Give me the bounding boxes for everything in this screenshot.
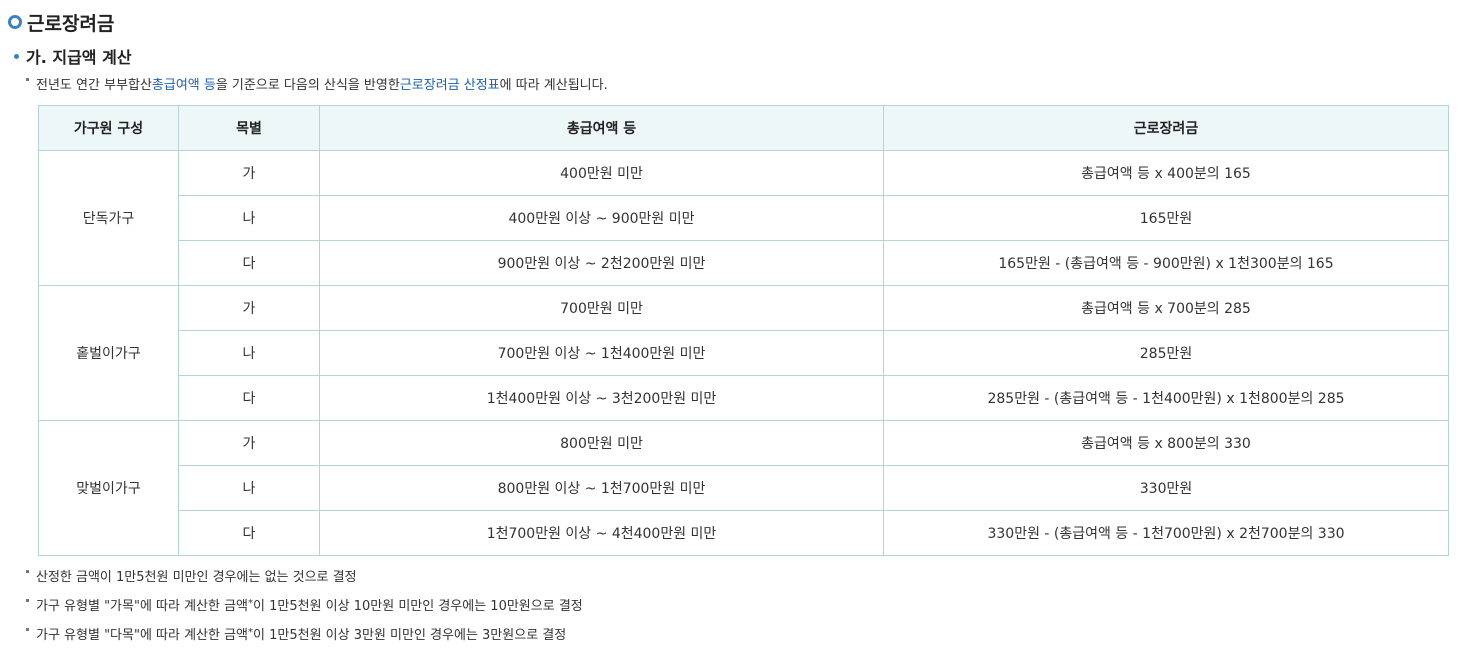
intro-post: 에 따라 계산됩니다.	[499, 77, 608, 93]
row-type: 나	[178, 195, 320, 241]
total-income-link[interactable]: 총급여액 등	[152, 74, 216, 93]
calc-table-link[interactable]: 근로장려금 산정표	[400, 74, 500, 93]
table-row: 단독가구 가 400만원 미만 총급여액 등 x 400분의 165	[38, 150, 1449, 286]
household-dual-earner: 맞벌이가구	[38, 420, 179, 556]
row-amount: 285만원	[883, 330, 1449, 376]
footnote-3-post: 이 1만5천원 이상 3만원 미만인 경우에는 3만원으로 결정	[253, 627, 567, 643]
row-income: 1천400만원 이상 ~ 3천200만원 미만	[319, 375, 884, 421]
table-row: 다 1천400만원 이상 ~ 3천200만원 미만 285만원 - (총급여액 …	[39, 375, 1449, 421]
header-amount: 근로장려금	[883, 105, 1449, 151]
row-income: 400만원 이상 ~ 900만원 미만	[319, 195, 884, 241]
household-single: 단독가구	[38, 150, 179, 286]
header-household: 가구원 구성	[38, 105, 179, 151]
row-type: 가	[178, 420, 320, 466]
row-amount: 총급여액 등 x 400분의 165	[883, 150, 1449, 196]
intro-text: 전년도 연간 부부합산 총급여액 등 을 기준으로 다음의 산식을 반영한 근로…	[26, 73, 608, 93]
section-title: 근로장려금	[8, 8, 114, 36]
footnote-1-text: 산정한 금액이 1만5천원 미만인 경우에는 없는 것으로 결정	[36, 569, 357, 585]
square-bullet-icon	[26, 570, 29, 573]
intro-pre: 전년도 연간 부부합산	[36, 77, 152, 93]
table-row: 홑벌이가구 가 700만원 미만 총급여액 등 x 700분의 285	[38, 285, 1449, 421]
row-type: 가	[178, 150, 320, 196]
square-bullet-icon	[26, 78, 29, 81]
row-type: 나	[178, 330, 320, 376]
row-income: 900만원 이상 ~ 2천200만원 미만	[319, 240, 884, 286]
row-amount: 165만원	[883, 195, 1449, 241]
table-row: 맞벌이가구 가 800만원 미만 총급여액 등 x 800분의 330	[38, 420, 1449, 556]
row-type: 가	[178, 285, 320, 331]
table-row: 나 400만원 이상 ~ 900만원 미만 165만원	[39, 195, 1449, 241]
footnote-3: 가구 유형별 "다목"에 따라 계산한 금액 * 이 1만5천원 이상 3만원 미만…	[26, 623, 566, 643]
footnote-3-pre: 가구 유형별 "다목"에 따라 계산한 금액	[36, 627, 249, 643]
row-income: 1천700만원 이상 ~ 4천400만원 미만	[319, 510, 884, 556]
circle-bullet-icon	[8, 15, 22, 29]
household-single-earner: 홑벌이가구	[38, 285, 179, 421]
intro-mid: 을 기준으로 다음의 산식을 반영한	[215, 77, 400, 93]
subsection-title: 가. 지급액 계산	[14, 44, 132, 68]
row-type: 나	[178, 465, 320, 511]
subsection-title-text: 가. 지급액 계산	[26, 48, 132, 67]
row-type: 다	[178, 510, 320, 556]
footnote-2: 가구 유형별 "가목"에 따라 계산한 금액 * 이 1만5천원 이상 10만원 미…	[26, 594, 583, 614]
row-amount: 285만원 - (총급여액 등 - 1천400만원) x 1천800분의 285	[883, 375, 1449, 421]
row-type: 다	[178, 375, 320, 421]
square-bullet-icon	[26, 628, 29, 631]
table-row: 나 800만원 이상 ~ 1천700만원 미만 330만원	[39, 465, 1449, 511]
square-bullet-icon	[26, 599, 29, 602]
row-amount: 330만원 - (총급여액 등 - 1천700만원) x 2천700분의 330	[883, 510, 1449, 556]
table-row: 다 1천700만원 이상 ~ 4천400만원 미만 330만원 - (총급여액 …	[39, 510, 1449, 556]
table-row: 나 700만원 이상 ~ 1천400만원 미만 285만원	[39, 330, 1449, 376]
table-row: 다 900만원 이상 ~ 2천200만원 미만 165만원 - (총급여액 등 …	[39, 240, 1449, 286]
footnote-2-pre: 가구 유형별 "가목"에 따라 계산한 금액	[36, 598, 249, 614]
table-header-row: 가구원 구성 목별 총급여액 등 근로장려금	[38, 105, 1449, 151]
row-income: 700만원 이상 ~ 1천400만원 미만	[319, 330, 884, 376]
footnote-1: 산정한 금액이 1만5천원 미만인 경우에는 없는 것으로 결정	[26, 565, 357, 585]
row-type: 다	[178, 240, 320, 286]
row-amount: 총급여액 등 x 800분의 330	[883, 420, 1449, 466]
row-income: 800만원 미만	[319, 420, 884, 466]
footnote-2-post: 이 1만5천원 이상 10만원 미만인 경우에는 10만원으로 결정	[253, 598, 583, 614]
section-title-text: 근로장려금	[27, 12, 115, 35]
earned-income-credit-table: 가구원 구성 목별 총급여액 등 근로장려금 단독가구 가 400만원 미만 총…	[38, 105, 1449, 556]
row-income: 800만원 이상 ~ 1천700만원 미만	[319, 465, 884, 511]
row-income: 400만원 미만	[319, 150, 884, 196]
header-type: 목별	[178, 105, 320, 151]
row-amount: 330만원	[883, 465, 1449, 511]
row-amount: 총급여액 등 x 700분의 285	[883, 285, 1449, 331]
header-income: 총급여액 등	[319, 105, 884, 151]
row-income: 700만원 미만	[319, 285, 884, 331]
row-amount: 165만원 - (총급여액 등 - 900만원) x 1천300분의 165	[883, 240, 1449, 286]
dot-bullet-icon	[14, 53, 19, 59]
